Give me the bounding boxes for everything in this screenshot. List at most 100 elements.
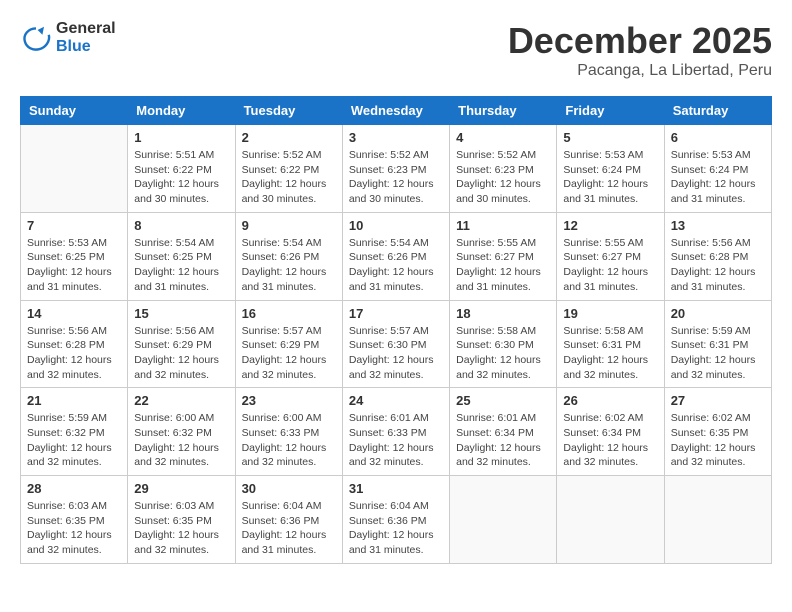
- calendar-cell: 29 Sunrise: 6:03 AMSunset: 6:35 PMDayligh…: [128, 476, 235, 564]
- day-info: Sunrise: 5:51 AMSunset: 6:22 PMDaylight:…: [134, 148, 228, 207]
- day-number: 16: [242, 306, 336, 321]
- day-info: Sunrise: 5:53 AMSunset: 6:24 PMDaylight:…: [563, 148, 657, 207]
- day-number: 20: [671, 306, 765, 321]
- day-number: 10: [349, 218, 443, 233]
- calendar-table: SundayMondayTuesdayWednesdayThursdayFrid…: [20, 96, 772, 564]
- day-number: 9: [242, 218, 336, 233]
- calendar-cell: 30 Sunrise: 6:04 AMSunset: 6:36 PMDayligh…: [235, 476, 342, 564]
- calendar-cell: [21, 125, 128, 213]
- calendar-cell: 21 Sunrise: 5:59 AMSunset: 6:32 PMDayligh…: [21, 388, 128, 476]
- day-info: Sunrise: 5:53 AMSunset: 6:25 PMDaylight:…: [27, 236, 121, 295]
- calendar-cell: 15 Sunrise: 5:56 AMSunset: 6:29 PMDayligh…: [128, 300, 235, 388]
- day-info: Sunrise: 5:54 AMSunset: 6:25 PMDaylight:…: [134, 236, 228, 295]
- calendar-week-row: 14 Sunrise: 5:56 AMSunset: 6:28 PMDayligh…: [21, 300, 772, 388]
- calendar-cell: 19 Sunrise: 5:58 AMSunset: 6:31 PMDayligh…: [557, 300, 664, 388]
- day-number: 30: [242, 481, 336, 496]
- calendar-cell: 4 Sunrise: 5:52 AMSunset: 6:23 PMDaylight…: [450, 125, 557, 213]
- day-number: 29: [134, 481, 228, 496]
- calendar-cell: 16 Sunrise: 5:57 AMSunset: 6:29 PMDayligh…: [235, 300, 342, 388]
- location-subtitle: Pacanga, La Libertad, Peru: [508, 62, 772, 80]
- day-number: 27: [671, 393, 765, 408]
- day-info: Sunrise: 5:55 AMSunset: 6:27 PMDaylight:…: [563, 236, 657, 295]
- calendar-cell: [557, 476, 664, 564]
- day-info: Sunrise: 5:58 AMSunset: 6:31 PMDaylight:…: [563, 324, 657, 383]
- calendar-cell: 25Sunrise: 6:01 AMSunset: 6:34 PMDayligh…: [450, 388, 557, 476]
- day-info: Sunrise: 5:54 AMSunset: 6:26 PMDaylight:…: [349, 236, 443, 295]
- calendar-cell: 27 Sunrise: 6:02 AMSunset: 6:35 PMDayligh…: [664, 388, 771, 476]
- day-info: Sunrise: 6:02 AMSunset: 6:34 PMDaylight:…: [563, 411, 657, 470]
- day-number: 28: [27, 481, 121, 496]
- day-number: 23: [242, 393, 336, 408]
- calendar-week-row: 1 Sunrise: 5:51 AMSunset: 6:22 PMDaylight…: [21, 125, 772, 213]
- day-number: 19: [563, 306, 657, 321]
- day-info: Sunrise: 6:02 AMSunset: 6:35 PMDaylight:…: [671, 411, 765, 470]
- calendar-week-row: 28 Sunrise: 6:03 AMSunset: 6:35 PMDayligh…: [21, 476, 772, 564]
- day-number: 24: [349, 393, 443, 408]
- day-number: 22: [134, 393, 228, 408]
- calendar-week-row: 21 Sunrise: 5:59 AMSunset: 6:32 PMDayligh…: [21, 388, 772, 476]
- day-info: Sunrise: 6:04 AMSunset: 6:36 PMDaylight:…: [349, 499, 443, 558]
- logo-icon: [20, 22, 52, 54]
- day-number: 3: [349, 130, 443, 145]
- calendar-cell: 11Sunrise: 5:55 AMSunset: 6:27 PMDayligh…: [450, 212, 557, 300]
- calendar-cell: 7 Sunrise: 5:53 AMSunset: 6:25 PMDaylight…: [21, 212, 128, 300]
- day-info: Sunrise: 5:59 AMSunset: 6:32 PMDaylight:…: [27, 411, 121, 470]
- calendar-cell: 17 Sunrise: 5:57 AMSunset: 6:30 PMDayligh…: [342, 300, 449, 388]
- page-header: General Blue December 2025 Pacanga, La L…: [20, 20, 772, 80]
- day-info: Sunrise: 6:03 AMSunset: 6:35 PMDaylight:…: [134, 499, 228, 558]
- logo-text: General Blue: [56, 20, 116, 56]
- calendar-cell: 5 Sunrise: 5:53 AMSunset: 6:24 PMDaylight…: [557, 125, 664, 213]
- calendar-cell: 9Sunrise: 5:54 AMSunset: 6:26 PMDaylight…: [235, 212, 342, 300]
- calendar-cell: 26 Sunrise: 6:02 AMSunset: 6:34 PMDayligh…: [557, 388, 664, 476]
- day-info: Sunrise: 5:56 AMSunset: 6:29 PMDaylight:…: [134, 324, 228, 383]
- calendar-cell: 10 Sunrise: 5:54 AMSunset: 6:26 PMDayligh…: [342, 212, 449, 300]
- day-info: Sunrise: 6:03 AMSunset: 6:35 PMDaylight:…: [27, 499, 121, 558]
- day-number: 5: [563, 130, 657, 145]
- day-number: 12: [563, 218, 657, 233]
- calendar-cell: 3 Sunrise: 5:52 AMSunset: 6:23 PMDaylight…: [342, 125, 449, 213]
- day-number: 31: [349, 481, 443, 496]
- weekday-header: Sunday: [21, 97, 128, 125]
- calendar-cell: [664, 476, 771, 564]
- day-number: 18: [456, 306, 550, 321]
- title-area: December 2025 Pacanga, La Libertad, Peru: [508, 20, 772, 80]
- calendar-cell: 18 Sunrise: 5:58 AMSunset: 6:30 PMDayligh…: [450, 300, 557, 388]
- calendar-cell: 31 Sunrise: 6:04 AMSunset: 6:36 PMDayligh…: [342, 476, 449, 564]
- day-info: Sunrise: 5:52 AMSunset: 6:23 PMDaylight:…: [349, 148, 443, 207]
- day-number: 15: [134, 306, 228, 321]
- calendar-cell: 24 Sunrise: 6:01 AMSunset: 6:33 PMDayligh…: [342, 388, 449, 476]
- calendar-cell: 12 Sunrise: 5:55 AMSunset: 6:27 PMDayligh…: [557, 212, 664, 300]
- day-number: 17: [349, 306, 443, 321]
- day-info: Sunrise: 5:57 AMSunset: 6:30 PMDaylight:…: [349, 324, 443, 383]
- calendar-cell: 13Sunrise: 5:56 AMSunset: 6:28 PMDayligh…: [664, 212, 771, 300]
- day-info: Sunrise: 6:01 AMSunset: 6:33 PMDaylight:…: [349, 411, 443, 470]
- calendar-cell: 20Sunrise: 5:59 AMSunset: 6:31 PMDayligh…: [664, 300, 771, 388]
- day-info: Sunrise: 5:56 AMSunset: 6:28 PMDaylight:…: [27, 324, 121, 383]
- day-info: Sunrise: 6:04 AMSunset: 6:36 PMDaylight:…: [242, 499, 336, 558]
- day-info: Sunrise: 5:58 AMSunset: 6:30 PMDaylight:…: [456, 324, 550, 383]
- weekday-header: Wednesday: [342, 97, 449, 125]
- day-number: 2: [242, 130, 336, 145]
- calendar-cell: 1 Sunrise: 5:51 AMSunset: 6:22 PMDaylight…: [128, 125, 235, 213]
- day-info: Sunrise: 5:57 AMSunset: 6:29 PMDaylight:…: [242, 324, 336, 383]
- logo: General Blue: [20, 20, 116, 56]
- day-info: Sunrise: 6:00 AMSunset: 6:32 PMDaylight:…: [134, 411, 228, 470]
- calendar-cell: 28 Sunrise: 6:03 AMSunset: 6:35 PMDayligh…: [21, 476, 128, 564]
- day-number: 25: [456, 393, 550, 408]
- calendar-cell: 6Sunrise: 5:53 AMSunset: 6:24 PMDaylight…: [664, 125, 771, 213]
- day-number: 4: [456, 130, 550, 145]
- day-info: Sunrise: 5:52 AMSunset: 6:23 PMDaylight:…: [456, 148, 550, 207]
- day-number: 1: [134, 130, 228, 145]
- weekday-header: Thursday: [450, 97, 557, 125]
- calendar-cell: [450, 476, 557, 564]
- weekday-header: Saturday: [664, 97, 771, 125]
- day-number: 8: [134, 218, 228, 233]
- calendar-cell: 8 Sunrise: 5:54 AMSunset: 6:25 PMDaylight…: [128, 212, 235, 300]
- calendar-cell: 23Sunrise: 6:00 AMSunset: 6:33 PMDayligh…: [235, 388, 342, 476]
- day-number: 7: [27, 218, 121, 233]
- day-number: 26: [563, 393, 657, 408]
- day-info: Sunrise: 5:52 AMSunset: 6:22 PMDaylight:…: [242, 148, 336, 207]
- day-number: 21: [27, 393, 121, 408]
- calendar-cell: 22 Sunrise: 6:00 AMSunset: 6:32 PMDayligh…: [128, 388, 235, 476]
- day-number: 14: [27, 306, 121, 321]
